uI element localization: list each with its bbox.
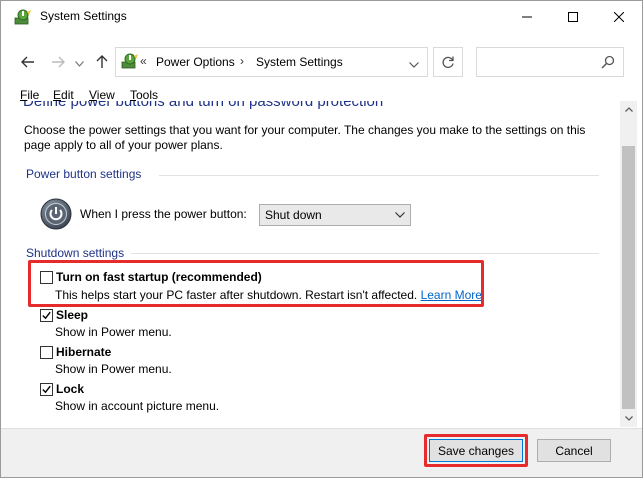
refresh-icon <box>442 56 454 69</box>
system-settings-window: System Settings « Power Options › System… <box>0 0 643 478</box>
address-history-button[interactable] <box>409 57 419 71</box>
hibernate-description: Show in Power menu. <box>55 362 172 376</box>
refresh-button[interactable] <box>433 47 463 77</box>
power-options-icon <box>121 53 139 69</box>
chevron-down-icon <box>624 416 633 421</box>
search-icon <box>601 55 615 72</box>
dialog-footer: Save changes Cancel <box>1 428 642 477</box>
recent-locations-button[interactable] <box>74 56 84 72</box>
back-button[interactable] <box>20 54 36 70</box>
chevron-down-icon <box>395 212 405 218</box>
arrow-up-icon <box>96 55 108 68</box>
checkmark-icon <box>42 385 51 394</box>
fast-startup-highlight <box>28 260 484 307</box>
divider <box>159 175 599 176</box>
breadcrumb-overflow[interactable]: « <box>140 54 147 68</box>
breadcrumb-system-settings[interactable]: System Settings <box>256 55 343 69</box>
arrow-right-icon <box>52 56 65 68</box>
forward-button[interactable] <box>50 54 66 70</box>
lock-label[interactable]: Lock <box>56 382 84 396</box>
arrow-left-icon <box>21 56 34 68</box>
power-button-group-label: Power button settings <box>26 167 142 181</box>
menu-tools[interactable]: Tools <box>130 88 158 102</box>
sleep-description: Show in Power menu. <box>55 325 172 339</box>
breadcrumb-power-options[interactable]: Power Options <box>156 55 235 69</box>
save-changes-highlight <box>424 434 528 467</box>
menu-view[interactable]: View <box>89 88 115 102</box>
power-button-icon <box>40 198 72 230</box>
maximize-button[interactable] <box>550 1 596 32</box>
cancel-button[interactable]: Cancel <box>537 439 611 462</box>
minimize-button[interactable] <box>504 1 550 32</box>
scroll-thumb[interactable] <box>622 146 635 409</box>
content-pane[interactable]: Define power buttons and turn on passwor… <box>9 101 620 427</box>
minimize-icon <box>522 16 532 17</box>
shutdown-group-label: Shutdown settings <box>26 246 125 260</box>
page-title: Define power buttons and turn on passwor… <box>23 101 384 110</box>
menu-file[interactable]: File <box>20 88 39 102</box>
divider <box>131 253 599 254</box>
lock-checkbox[interactable] <box>40 383 53 396</box>
sleep-checkbox[interactable] <box>40 309 53 322</box>
scroll-up-button[interactable] <box>620 101 637 118</box>
power-button-label: When I press the power button: <box>80 207 247 221</box>
intro-text: Choose the power settings that you want … <box>24 123 586 152</box>
up-button[interactable] <box>94 54 110 70</box>
checkmark-icon <box>42 311 51 320</box>
sleep-label[interactable]: Sleep <box>56 308 88 322</box>
maximize-icon <box>568 11 578 22</box>
address-bar[interactable]: « Power Options › System Settings <box>115 47 428 77</box>
breadcrumb-separator[interactable]: › <box>240 54 244 68</box>
power-button-action-value: Shut down <box>265 208 322 222</box>
power-button-action-select[interactable]: Shut down <box>259 204 411 226</box>
scroll-down-button[interactable] <box>620 410 637 427</box>
close-icon <box>614 11 624 22</box>
title-bar[interactable]: System Settings <box>1 1 642 32</box>
hibernate-checkbox[interactable] <box>40 346 53 359</box>
power-options-app-icon <box>14 9 32 25</box>
search-box[interactable] <box>476 47 624 77</box>
close-button[interactable] <box>596 1 642 32</box>
hibernate-label[interactable]: Hibernate <box>56 345 111 359</box>
chevron-up-icon <box>624 107 633 112</box>
window-title: System Settings <box>40 9 127 23</box>
chevron-down-icon <box>74 61 84 67</box>
vertical-scrollbar[interactable] <box>620 101 637 427</box>
chevron-down-icon <box>409 62 419 68</box>
lock-description: Show in account picture menu. <box>55 399 220 413</box>
menu-edit[interactable]: Edit <box>53 88 74 102</box>
